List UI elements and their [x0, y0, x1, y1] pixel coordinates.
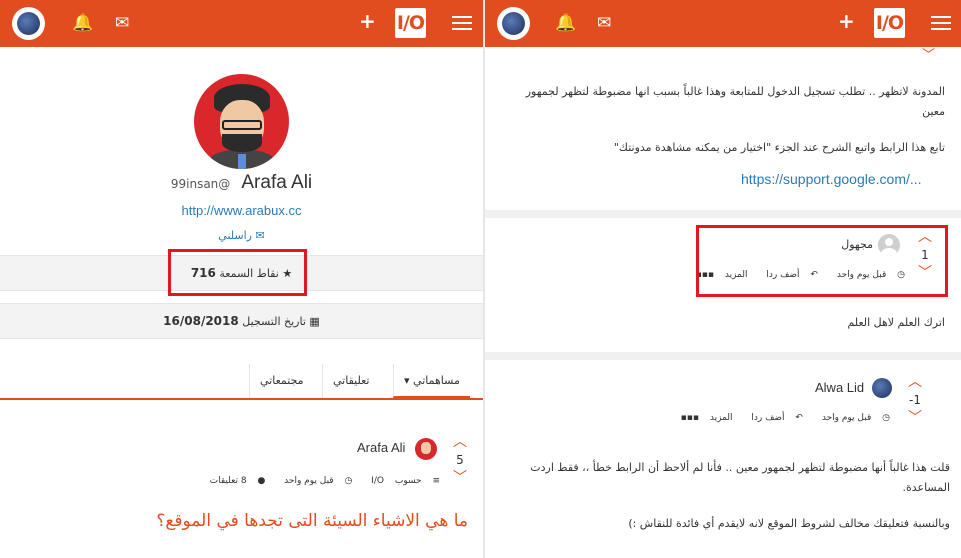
envelope-icon: ✉	[255, 229, 265, 242]
comment-vote: ︿ -1 ﹀	[905, 374, 925, 426]
full-name: Arafa Ali	[241, 172, 313, 193]
left-pane: 🔔 ✉ + I/O 99insan@ Arafa Ali http://www.…	[0, 0, 483, 558]
site-logo[interactable]	[12, 7, 45, 40]
post-comments[interactable]: 8 تعليقات	[210, 476, 247, 486]
author-avatar[interactable]	[415, 438, 437, 460]
reply-button[interactable]: ↶ أضف ردا	[743, 413, 803, 423]
profile-tabs: ▾ مساهماتي تعليقاتي مجتمعاتي	[0, 364, 483, 400]
profile-name-row: 99insan@ Arafa Ali	[0, 172, 483, 194]
upvote-icon[interactable]: ︿	[450, 434, 470, 450]
website-link[interactable]: http://www.arabux.cc	[0, 203, 483, 218]
contact-button[interactable]: راسلني ✉	[0, 229, 483, 242]
username: 99insan@	[170, 177, 231, 191]
profile-avatar	[194, 74, 289, 169]
plus-icon[interactable]: +	[359, 11, 376, 31]
envelope-icon[interactable]: ✉	[597, 13, 611, 33]
envelope-icon[interactable]: ✉	[115, 13, 129, 33]
io-logo[interactable]: I/O	[874, 8, 905, 38]
tab-contributions[interactable]: ▾ مساهماتي	[393, 364, 470, 398]
dropdown-caret-icon: ▾	[404, 374, 410, 387]
post-category[interactable]: I/O	[371, 476, 384, 486]
comment-body-1: قلت هذا غالباً أنها مضبوطة لتظهر لجمهور …	[530, 461, 950, 494]
post-vote: ︿ 5 ﹀	[450, 434, 470, 486]
downvote-icon[interactable]: ﹀	[922, 44, 935, 63]
post-meta: ≡ حسوب I/O ◷ قبل يوم واحد ● 8 تعليقات	[209, 476, 440, 486]
downvote-icon[interactable]: ﹀	[450, 470, 470, 486]
menu-icon[interactable]	[452, 16, 472, 30]
comment-body: اترك العلم لاهل العلم	[847, 316, 945, 329]
tab-comments[interactable]: تعليقاتي	[322, 364, 379, 398]
reply-icon: ↶	[795, 413, 803, 423]
highlight-box	[696, 225, 948, 297]
separator	[485, 210, 961, 218]
support-link[interactable]: https://support.google.com/...	[741, 171, 922, 187]
answer-text-2: تابع هذا الرابط واتبع الشرح عند الجزء "ا…	[613, 141, 945, 154]
right-pane: 🔔 ✉ + I/O ﹀ المدونة لاتظهر .. تطلب تسجيل…	[485, 0, 961, 558]
list-icon: ≡	[432, 476, 440, 486]
post-time: قبل يوم واحد	[284, 476, 334, 486]
comment-author[interactable]: Alwa Lid	[815, 380, 864, 395]
post-author[interactable]: Arafa Ali	[357, 440, 405, 455]
author-avatar[interactable]	[872, 378, 892, 398]
clock-icon: ◷	[882, 413, 890, 423]
registered-label: تاريخ التسجيل	[242, 315, 306, 328]
io-logo[interactable]: I/O	[395, 8, 426, 38]
registered-value: 16/08/2018	[163, 314, 239, 328]
post-title[interactable]: ما هي الاشياء السيئة التى تجدها في الموق…	[148, 511, 468, 531]
tab-communities[interactable]: مجتمعاتي	[249, 364, 314, 398]
more-button[interactable]: المزيد ▪▪▪	[681, 413, 733, 423]
clock-icon: ◷	[344, 476, 353, 486]
vote-count: -1	[909, 393, 921, 407]
comment-meta: ◷ قبل يوم واحد ↶ أضف ردا المزيد ▪▪▪	[680, 413, 890, 423]
registration-row: ▦ تاريخ التسجيل 16/08/2018	[0, 303, 483, 339]
answer-text-1: المدونة لاتظهر .. تطلب تسجيل الدخول للمت…	[525, 85, 945, 118]
bell-icon[interactable]: 🔔	[555, 13, 576, 33]
contact-label: راسلني	[218, 229, 252, 242]
menu-icon[interactable]	[931, 16, 951, 30]
top-bar: 🔔 ✉ + I/O	[485, 0, 961, 47]
vote-count: 5	[456, 453, 464, 467]
calendar-icon: ▦	[309, 315, 320, 328]
highlight-box	[168, 249, 307, 296]
comment-icon: ●	[257, 476, 266, 486]
plus-icon[interactable]: +	[838, 11, 855, 31]
comment-body-2: وبالنسبة فتعليقك مخالف لشروط الموقع لانه…	[628, 517, 950, 530]
upvote-icon[interactable]: ︿	[905, 374, 925, 390]
bell-icon[interactable]: 🔔	[72, 13, 93, 33]
downvote-icon[interactable]: ﹀	[905, 410, 925, 426]
top-bar: 🔔 ✉ + I/O	[0, 0, 483, 47]
separator	[485, 352, 961, 360]
site-logo[interactable]	[497, 7, 530, 40]
